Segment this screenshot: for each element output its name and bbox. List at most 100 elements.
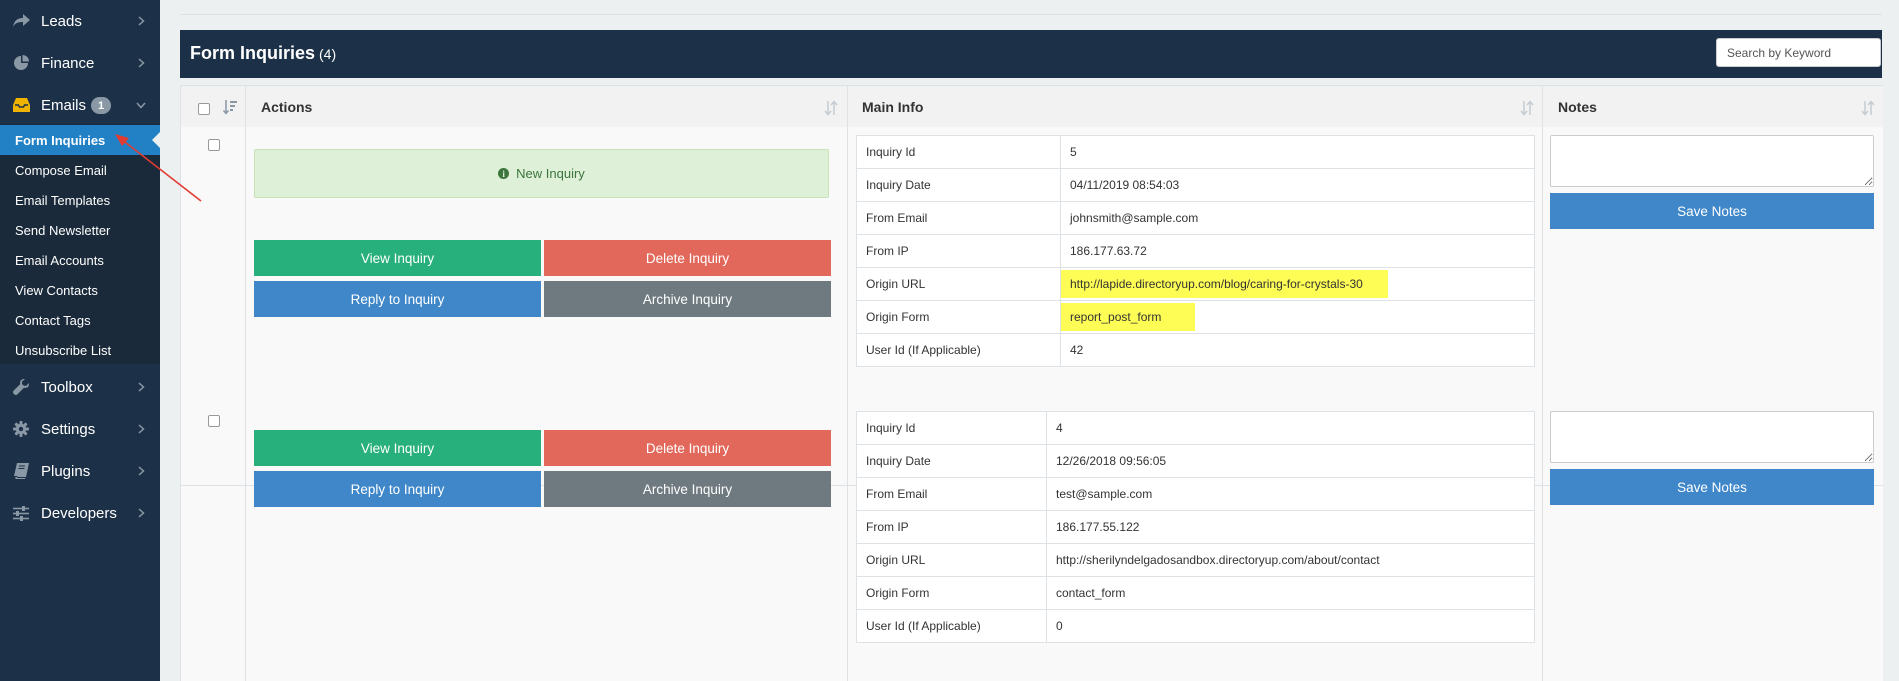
info-label: Origin URL [856, 543, 1047, 577]
sidebar-item-label: Developers [41, 504, 117, 522]
sidebar-item-finance[interactable]: Finance [0, 42, 160, 84]
sidebar-item-label: Emails [41, 96, 87, 114]
subitem-label: Form Inquiries [15, 132, 106, 148]
reply-to-inquiry-button[interactable]: Reply to Inquiry [254, 281, 541, 317]
info-value: contact_form [1046, 576, 1535, 610]
origin-url-link[interactable]: http://sherilyndelgadosandbox.directoryu… [1046, 543, 1535, 577]
subitem-label: Email Accounts [15, 252, 104, 268]
page-title: Form Inquiries (4) [190, 43, 336, 64]
info-icon: i [498, 168, 510, 179]
info-label: From Email [856, 201, 1061, 235]
sort-icon[interactable] [1861, 100, 1875, 116]
chevron-right-icon [136, 508, 146, 518]
info-row: User Id (If Applicable) 0 [856, 609, 1535, 643]
pie-chart-icon [12, 54, 30, 72]
reply-to-inquiry-button[interactable]: Reply to Inquiry [254, 471, 541, 507]
info-label: Inquiry Id [856, 135, 1061, 169]
subitem-label: View Contacts [15, 282, 98, 298]
info-value: johnsmith@sample.com [1060, 201, 1535, 235]
info-value: 186.177.55.122 [1046, 510, 1535, 544]
row-checkbox[interactable] [208, 415, 220, 427]
info-label: User Id (If Applicable) [856, 609, 1047, 643]
sidebar-item-label: Plugins [41, 462, 91, 480]
sidebar-item-emails[interactable]: Emails 1 [0, 84, 160, 126]
info-label: Origin Form [856, 300, 1061, 334]
search-input[interactable] [1716, 38, 1881, 67]
chevron-right-icon [136, 16, 146, 26]
info-value: 42 [1060, 333, 1535, 367]
table-header: Actions Main Info Notes [181, 85, 1883, 128]
save-notes-button[interactable]: Save Notes [1550, 193, 1874, 229]
select-all-checkbox[interactable] [198, 103, 210, 115]
info-row: User Id (If Applicable) 42 [856, 333, 1535, 367]
sliders-icon [12, 504, 30, 522]
info-value: test@sample.com [1046, 477, 1535, 511]
sidebar-item-plugins[interactable]: Plugins [0, 450, 160, 492]
sidebar: Leads Finance Emails 1 Form Inquiries Co… [0, 0, 160, 681]
info-value-highlighted: report_post_form [1060, 300, 1535, 334]
share-arrow-icon [12, 12, 30, 30]
sidebar-subitem-contact-tags[interactable]: Contact Tags [0, 305, 160, 335]
info-row: From Email johnsmith@sample.com [856, 201, 1535, 235]
origin-url-link[interactable]: http://lapide.directoryup.com/blog/carin… [1061, 270, 1388, 298]
subitem-label: Send Newsletter [15, 222, 111, 238]
sidebar-item-label: Finance [41, 54, 95, 72]
column-divider [245, 85, 246, 681]
archive-inquiry-button[interactable]: Archive Inquiry [544, 471, 831, 507]
chevron-right-icon [136, 424, 146, 434]
sidebar-subitem-view-contacts[interactable]: View Contacts [0, 275, 160, 305]
save-notes-button[interactable]: Save Notes [1550, 469, 1874, 505]
sort-icon[interactable] [824, 100, 838, 116]
column-header-actions[interactable]: Actions [261, 99, 312, 115]
notes-textarea[interactable] [1550, 135, 1874, 187]
inquiry-count: (4) [319, 46, 337, 62]
annotation-arrow-icon [115, 134, 202, 202]
status-label: New Inquiry [516, 166, 585, 181]
info-row: Origin URL http://sherilyndelgadosandbox.… [856, 543, 1535, 577]
info-row: From IP 186.177.55.122 [856, 510, 1535, 544]
info-label: From Email [856, 477, 1047, 511]
notification-badge: 1 [91, 97, 111, 114]
inquiries-table: Actions Main Info Notes i New Inquiry Vi… [180, 85, 1883, 681]
info-label: Origin URL [856, 267, 1061, 301]
top-divider [180, 14, 1882, 15]
sidebar-item-developers[interactable]: Developers [0, 492, 160, 534]
sort-icon[interactable] [1520, 100, 1534, 116]
sidebar-subitem-email-accounts[interactable]: Email Accounts [0, 245, 160, 275]
archive-inquiry-button[interactable]: Archive Inquiry [544, 281, 831, 317]
sort-amount-icon[interactable] [223, 99, 237, 115]
sidebar-item-leads[interactable]: Leads [0, 0, 160, 42]
column-header-notes[interactable]: Notes [1558, 99, 1597, 115]
info-row: From IP 186.177.63.72 [856, 234, 1535, 268]
sidebar-item-label: Settings [41, 420, 96, 438]
info-row: From Email test@sample.com [856, 477, 1535, 511]
info-row: Origin Form contact_form [856, 576, 1535, 610]
info-row: Inquiry Id 4 [856, 411, 1535, 445]
subitem-label: Compose Email [15, 162, 107, 178]
page-title-text: Form Inquiries [190, 43, 316, 63]
info-label: From IP [856, 234, 1061, 268]
info-value-highlighted: http://lapide.directoryup.com/blog/carin… [1060, 267, 1535, 301]
notes-textarea[interactable] [1550, 411, 1874, 463]
panel-header: Form Inquiries (4) [180, 30, 1882, 78]
delete-inquiry-button[interactable]: Delete Inquiry [544, 240, 831, 276]
info-value: 186.177.63.72 [1060, 234, 1535, 268]
subitem-label: Unsubscribe List [15, 342, 112, 358]
sidebar-subitem-unsubscribe-list[interactable]: Unsubscribe List [0, 335, 160, 365]
book-icon [12, 462, 30, 480]
sidebar-item-toolbox[interactable]: Toolbox [0, 366, 160, 408]
info-label: Inquiry Date [856, 444, 1047, 478]
info-label: Origin Form [856, 576, 1047, 610]
info-value: 4 [1046, 411, 1535, 445]
info-label: Inquiry Date [856, 168, 1061, 202]
chevron-right-icon [136, 58, 146, 68]
row-checkbox[interactable] [208, 139, 220, 151]
sidebar-subitem-send-newsletter[interactable]: Send Newsletter [0, 215, 160, 245]
delete-inquiry-button[interactable]: Delete Inquiry [544, 430, 831, 466]
main-info-table: Inquiry Id 5 Inquiry Date 04/11/2019 08:54… [856, 135, 1535, 367]
info-value: 12/26/2018 09:56:05 [1046, 444, 1535, 478]
column-header-main-info[interactable]: Main Info [862, 99, 923, 115]
view-inquiry-button[interactable]: View Inquiry [254, 430, 541, 466]
sidebar-item-settings[interactable]: Settings [0, 408, 160, 450]
view-inquiry-button[interactable]: View Inquiry [254, 240, 541, 276]
